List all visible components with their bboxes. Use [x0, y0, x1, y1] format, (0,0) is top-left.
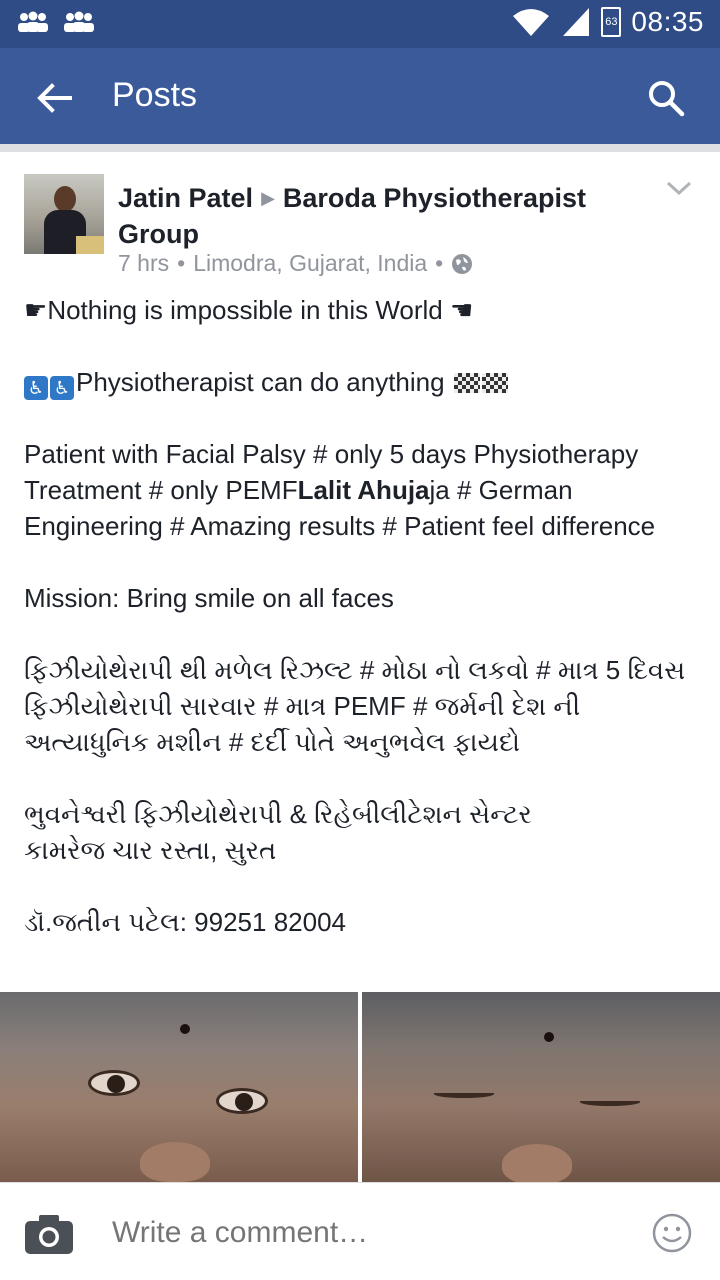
wheelchair-icon: ♿: [50, 376, 74, 400]
post-line-2-text: Physiotherapist can do anything: [76, 367, 445, 397]
photo-after[interactable]: [362, 992, 720, 1182]
wheelchair-icon: ♿: [24, 376, 48, 400]
camera-button[interactable]: [24, 1213, 74, 1255]
comment-input[interactable]: [112, 1211, 612, 1255]
post-card: Jatin Patel ▶ Baroda Physiotherapist Group…: [0, 152, 720, 1182]
group-icon: [18, 11, 48, 32]
post-line-1-text: Nothing is impossible in this World: [47, 295, 443, 325]
gujarati-paragraph: ફિઝીયોથેરાપી થી મળેલ રિઝલ્ટ # મોઠા નો લક…: [24, 655, 686, 757]
group-icon: [64, 11, 94, 32]
post-paragraph-3: Patient with Facial Palsy # only 5 days …: [24, 436, 696, 544]
back-arrow-icon: [37, 83, 72, 113]
post-line-1: ☛Nothing is impossible in this World ☚: [24, 292, 696, 328]
search-icon: [649, 81, 685, 117]
pointing-hand-icon: ☛: [24, 295, 48, 325]
meta-separator: •: [177, 250, 186, 276]
clinic-address: કામરેજ ચાર રસ્તા, સુરત: [24, 835, 277, 865]
contact-line: ડૉ.જતીન પટેલ: 99251 82004: [24, 907, 347, 937]
meta-separator: •: [435, 250, 444, 276]
comment-bar: [0, 1182, 720, 1280]
tagged-person[interactable]: Lalit Ahuja: [298, 475, 430, 505]
emoji-button[interactable]: [652, 1213, 692, 1253]
battery-level: 63: [605, 16, 618, 28]
share-arrow-icon: ▶: [261, 188, 275, 208]
feed-divider: [0, 144, 720, 152]
avatar[interactable]: [24, 174, 104, 254]
post-options-button[interactable]: [664, 178, 694, 198]
post-location[interactable]: Limodra, Gujarat, India: [193, 250, 427, 277]
post-header: Jatin Patel ▶ Baroda Physiotherapist Group: [118, 180, 638, 252]
mission-line: Mission: Bring smile on all faces: [24, 583, 394, 613]
camera-icon: [25, 1215, 73, 1254]
post-line-2: ♿ ♿ Physiotherapist can do anything: [24, 364, 696, 400]
checkered-flag-icon: [481, 373, 508, 393]
author-name[interactable]: Jatin Patel: [118, 183, 253, 213]
photo-before[interactable]: [0, 992, 358, 1182]
signal-icon: [563, 8, 590, 36]
battery-icon: 63: [601, 7, 622, 37]
clock: 08:35: [631, 6, 704, 37]
wifi-icon: [513, 9, 550, 36]
checkered-flag-icon: [453, 373, 480, 393]
clinic-name: ભુવનેશ્વરી ફિઝીયોથેરાપી & રિહેબીલીટેશન સ…: [24, 799, 532, 829]
chevron-down-icon: [666, 181, 692, 196]
pointing-hand-icon: ☚: [450, 295, 474, 325]
post-text: ☛Nothing is impossible in this World ☚ ♿…: [24, 292, 696, 940]
smiley-icon: [652, 1213, 692, 1253]
post-time[interactable]: 7 hrs: [118, 250, 169, 277]
globe-icon: [452, 253, 473, 274]
app-bar: Posts: [0, 48, 720, 144]
page-title: Posts: [112, 76, 198, 114]
back-button[interactable]: [32, 76, 76, 120]
search-button[interactable]: [644, 76, 688, 120]
post-photos: [0, 992, 720, 1182]
post-meta: 7 hrs • Limodra, Gujarat, India •: [118, 250, 473, 277]
status-bar: 63 08:35: [0, 0, 720, 48]
